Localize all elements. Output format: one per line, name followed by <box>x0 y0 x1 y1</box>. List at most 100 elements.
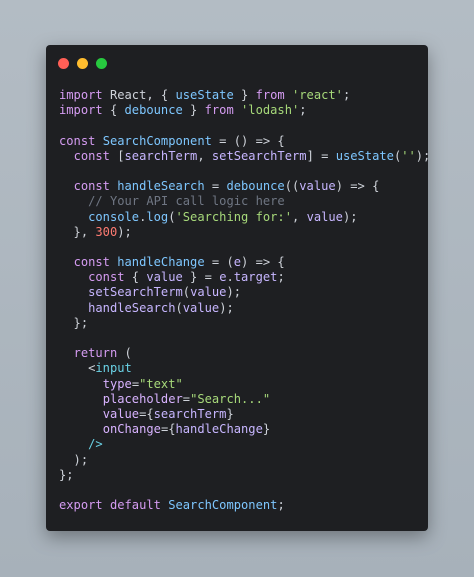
code-token: 'lodash' <box>241 103 300 118</box>
code-token: } <box>226 406 234 421</box>
code-token: } = <box>182 270 220 285</box>
code-token: searchTerm <box>153 406 227 421</box>
code-line: type="text" <box>59 377 420 392</box>
code-token: , <box>197 148 212 163</box>
close-button[interactable] <box>58 58 69 69</box>
code-token: const <box>59 133 96 148</box>
code-token: handleSearch <box>88 300 176 315</box>
code-line: ); <box>59 453 420 468</box>
code-token: = <box>182 391 191 406</box>
code-line: const [searchTerm, setSearchTerm] = useS… <box>59 148 431 164</box>
code-token: . <box>226 270 234 285</box>
code-line: // Your API call logic here <box>59 194 420 209</box>
code-token: "Search..." <box>190 391 271 406</box>
code-token: 'Searching for:' <box>175 209 293 224</box>
code-token: debounce <box>226 179 285 194</box>
code-token: ] = <box>306 148 336 163</box>
code-line: const handleSearch = debounce((value) =>… <box>59 179 420 194</box>
code-line: value={searchTerm} <box>59 407 420 422</box>
code-line: }; <box>59 468 420 483</box>
code-token: ; <box>277 270 285 285</box>
code-token: } <box>182 103 205 118</box>
code-token: console <box>88 209 140 224</box>
code-token: // Your API call logic here <box>88 194 285 209</box>
code-line: onChange={handleChange} <box>59 422 420 437</box>
code-token: ); <box>219 300 234 315</box>
code-token: ); <box>59 452 89 467</box>
code-token: value <box>182 300 220 315</box>
code-token: type <box>102 376 132 391</box>
code-token: 300 <box>95 224 118 239</box>
code-token: '' <box>401 148 416 163</box>
code-line: <input <box>59 361 420 376</box>
code-token: ={ <box>139 406 154 421</box>
code-token: = () => { <box>211 133 285 148</box>
code-line: export default SearchComponent; <box>59 498 420 513</box>
code-token: SearchComponent <box>102 133 212 148</box>
minimize-button[interactable] <box>77 58 88 69</box>
code-token: { <box>102 103 125 118</box>
code-token: value <box>146 270 183 285</box>
code-token: }; <box>59 467 74 482</box>
code-token: ; <box>342 88 351 102</box>
code-line: }, 300); <box>59 225 420 240</box>
code-token: target <box>233 270 278 285</box>
code-token: } <box>233 88 256 102</box>
code-token: handleChange <box>175 422 263 437</box>
code-token: ); <box>117 224 132 239</box>
code-token: SearchComponent <box>168 498 278 513</box>
maximize-button[interactable] <box>96 58 107 69</box>
code-token: ); <box>415 148 431 163</box>
code-token: }; <box>59 315 89 330</box>
code-line: /> <box>59 437 420 452</box>
code-token: const <box>88 270 125 285</box>
code-token: }, <box>59 224 96 239</box>
code-token: setSearchTerm <box>211 148 307 163</box>
code-token: = ( <box>204 255 234 270</box>
code-token: setSearchTerm <box>88 285 183 300</box>
code-token: ( <box>168 209 176 224</box>
code-token: const <box>73 148 110 163</box>
code-token: ; <box>299 103 307 118</box>
code-token: } <box>262 422 271 437</box>
code-token: React, { <box>102 88 176 102</box>
code-token: = <box>131 376 140 391</box>
code-token: = <box>204 179 227 194</box>
code-token: debounce <box>124 103 183 118</box>
code-token: export <box>59 498 103 513</box>
code-token: ); <box>342 209 358 224</box>
code-line: setSearchTerm(value); <box>59 285 420 300</box>
code-block: import React, { useState } from 'react';… <box>59 88 431 513</box>
code-token: input <box>95 361 132 376</box>
code-token: value <box>306 209 343 224</box>
code-token: return <box>73 346 118 361</box>
code-token: "text" <box>139 376 183 391</box>
code-token: ( <box>182 285 191 300</box>
code-token: default <box>109 498 161 513</box>
code-token: ); <box>226 285 242 300</box>
code-token: import <box>59 88 103 102</box>
code-token: value <box>190 285 227 300</box>
code-token: < <box>59 361 96 376</box>
code-line: console.log('Searching for:', value); <box>59 210 420 225</box>
code-token: const <box>73 255 110 270</box>
code-token: ={ <box>160 422 176 437</box>
code-token: 'react' <box>292 88 343 102</box>
code-token: handleChange <box>117 255 205 270</box>
window-controls <box>58 58 107 70</box>
